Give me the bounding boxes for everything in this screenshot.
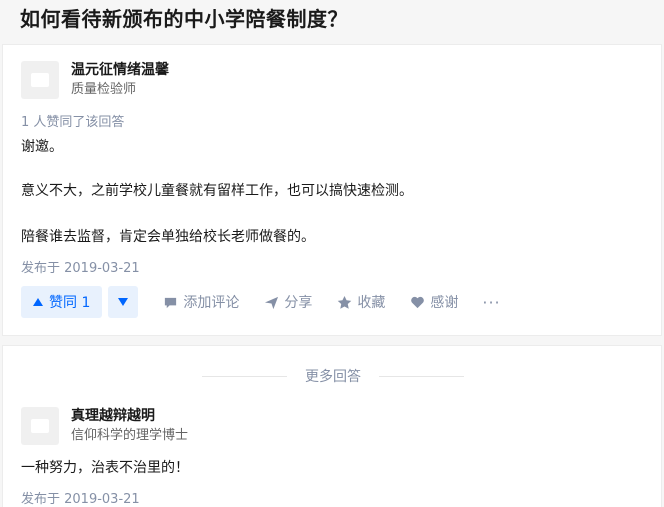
avatar[interactable]	[21, 407, 59, 445]
more-options-button[interactable]: ···	[482, 293, 500, 312]
star-icon	[336, 294, 352, 310]
author-name[interactable]: 温元征情绪温馨	[71, 60, 169, 80]
share-label: 分享	[284, 295, 313, 311]
avatar[interactable]	[21, 61, 59, 99]
publish-date[interactable]: 发布于 2019-03-21	[21, 257, 140, 276]
answer-paragraph: 意义不大，之前学校儿童餐就有留样工作，也可以搞快速检测。	[21, 183, 413, 199]
answer-paragraph: 陪餐谁去监督，肯定会单独给校长老师做餐的。	[21, 229, 315, 245]
heart-icon	[409, 294, 425, 310]
answer-card: 更多回答 真理越辩越明 信仰科学的理学博士 一种努力，治表不治里的！ 发布于 2…	[2, 345, 662, 507]
author-block[interactable]: 温元征情绪温馨 质量检验师	[21, 60, 169, 100]
comment-button[interactable]: 添加评论	[162, 292, 239, 312]
vote-summary: 1 人赞同了该回答	[21, 115, 125, 130]
favorite-label: 收藏	[357, 295, 386, 311]
upvote-label: 赞同 1	[49, 295, 91, 311]
downvote-icon	[118, 298, 129, 306]
thanks-button[interactable]: 感谢	[409, 292, 458, 312]
comment-icon	[162, 294, 178, 310]
author-title: 质量检验师	[71, 82, 137, 97]
author-title: 信仰科学的理学博士	[71, 428, 189, 443]
downvote-button[interactable]	[108, 286, 139, 318]
author-block[interactable]: 真理越辩越明 信仰科学的理学博士	[21, 406, 188, 446]
more-answers-divider: 更多回答	[3, 364, 663, 388]
publish-date[interactable]: 发布于 2019-03-21	[21, 488, 140, 507]
favorite-button[interactable]: 收藏	[336, 292, 385, 312]
action-bar: 赞同 1 添加评论 分享 收藏 感谢 ···	[21, 285, 501, 319]
upvote-icon	[33, 298, 43, 306]
thanks-label: 感谢	[430, 295, 459, 311]
author-name[interactable]: 真理越辩越明	[71, 406, 188, 426]
answer-paragraph: 一种努力，治表不治里的！	[21, 460, 189, 476]
more-answers-label: 更多回答	[305, 369, 361, 385]
share-icon	[263, 294, 279, 310]
upvote-button[interactable]: 赞同 1	[21, 286, 103, 318]
share-button[interactable]: 分享	[263, 292, 312, 312]
comment-label: 添加评论	[183, 295, 240, 311]
page-title: 如何看待新颁布的中小学陪餐制度？	[20, 7, 348, 31]
answer-paragraph: 谢邀。	[21, 139, 63, 155]
answer-card: 温元征情绪温馨 质量检验师 1 人赞同了该回答 谢邀。 意义不大，之前学校儿童餐…	[2, 44, 662, 336]
